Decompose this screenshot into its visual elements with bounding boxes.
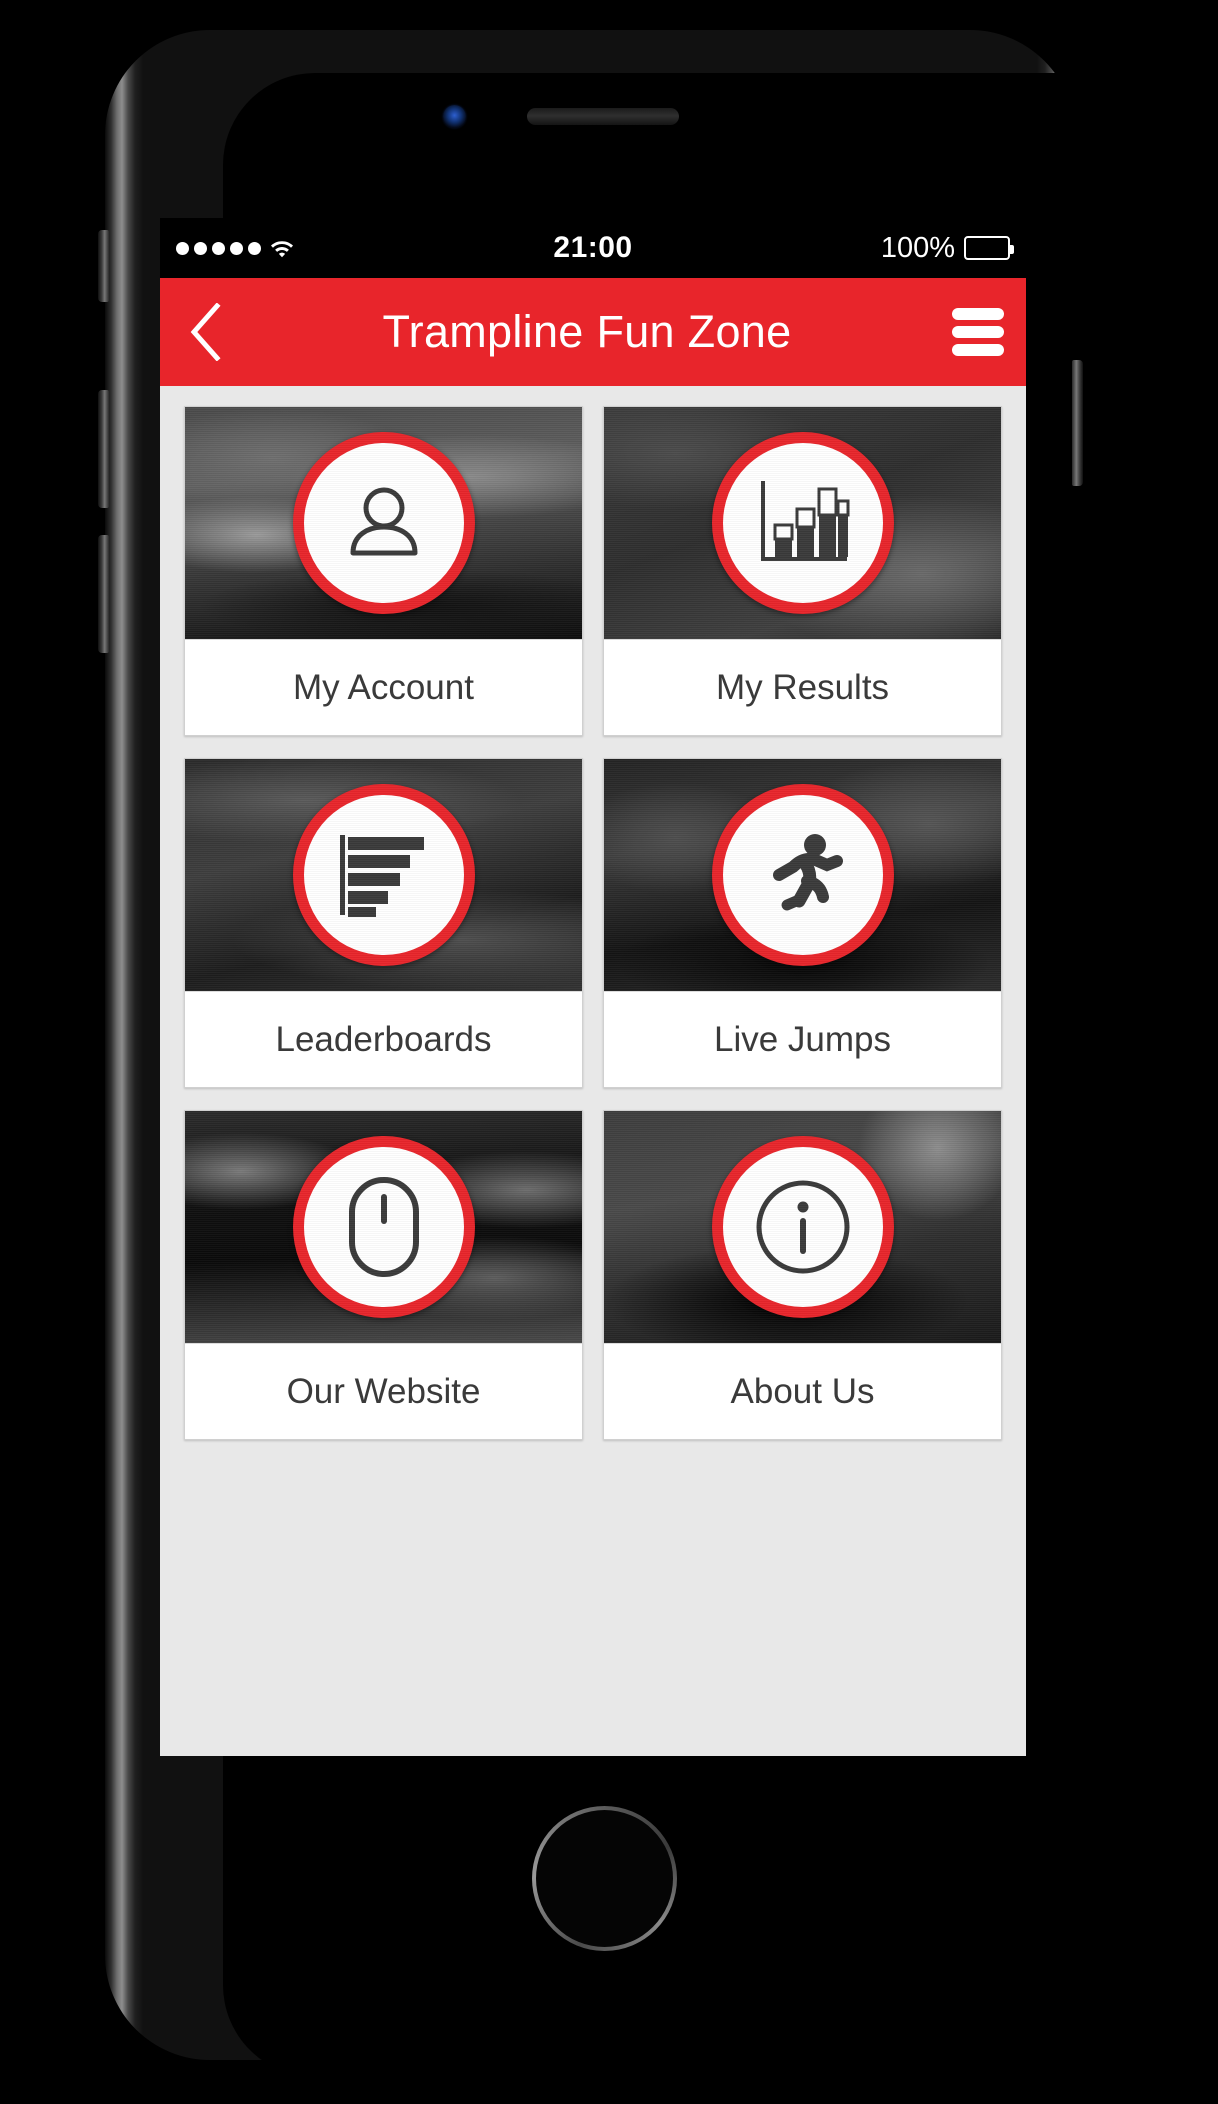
tile-my-account[interactable]: My Account — [184, 406, 583, 736]
back-chevron-icon[interactable] — [182, 301, 228, 363]
running-person-icon — [711, 784, 894, 966]
screenshot-root: 21:00 100% Trampline Fun Zone My Account… — [0, 0, 1218, 2104]
wifi-icon — [270, 239, 294, 258]
tile-photo — [604, 1111, 1001, 1343]
tile-label: Leaderboards — [185, 991, 582, 1087]
status-bar: 21:00 100% — [160, 218, 1026, 278]
status-time: 21:00 — [553, 231, 633, 264]
status-bar-left — [176, 239, 553, 258]
signal-dots-icon — [176, 241, 261, 255]
tile-about-us[interactable]: About Us — [603, 1110, 1002, 1440]
tile-label: About Us — [604, 1343, 1001, 1439]
tile-photo — [604, 759, 1001, 991]
menu-tile-grid: My Account My Results Leaderboards Live … — [160, 386, 1026, 1464]
power-button[interactable] — [1072, 360, 1083, 486]
volume-down-button[interactable] — [98, 535, 109, 653]
tile-photo — [185, 759, 582, 991]
hamburger-menu-icon[interactable] — [952, 308, 1004, 356]
tile-my-results[interactable]: My Results — [603, 406, 1002, 736]
tile-photo — [185, 407, 582, 639]
tile-label: Live Jumps — [604, 991, 1001, 1087]
tile-photo — [604, 407, 1001, 639]
tile-live-jumps[interactable]: Live Jumps — [603, 758, 1002, 1088]
status-bar-right: 100% — [633, 231, 1015, 265]
page-title: Trampline Fun Zone — [382, 306, 792, 357]
tile-label: Our Website — [185, 1343, 582, 1439]
computer-mouse-icon — [292, 1136, 475, 1318]
battery-full-icon — [964, 236, 1015, 260]
status-bar-center: 21:00 — [553, 231, 632, 265]
tile-label: My Account — [185, 639, 582, 735]
battery-percent-label: 100% — [880, 231, 956, 264]
front-camera-icon — [443, 105, 466, 128]
phone-screen: 21:00 100% Trampline Fun Zone My Account… — [160, 218, 1026, 1756]
tile-label: My Results — [604, 639, 1001, 735]
earpiece-speaker — [527, 108, 679, 125]
person-icon — [292, 432, 475, 614]
bar-chart-icon — [711, 432, 894, 614]
app-header: Trampline Fun Zone — [160, 278, 1026, 386]
horizontal-bar-chart-icon — [292, 784, 475, 966]
home-button[interactable] — [532, 1806, 677, 1951]
info-circle-icon — [711, 1136, 894, 1318]
volume-up-button[interactable] — [98, 390, 109, 508]
tile-photo — [185, 1111, 582, 1343]
mute-switch[interactable] — [98, 230, 109, 302]
tile-our-website[interactable]: Our Website — [184, 1110, 583, 1440]
tile-leaderboards[interactable]: Leaderboards — [184, 758, 583, 1088]
